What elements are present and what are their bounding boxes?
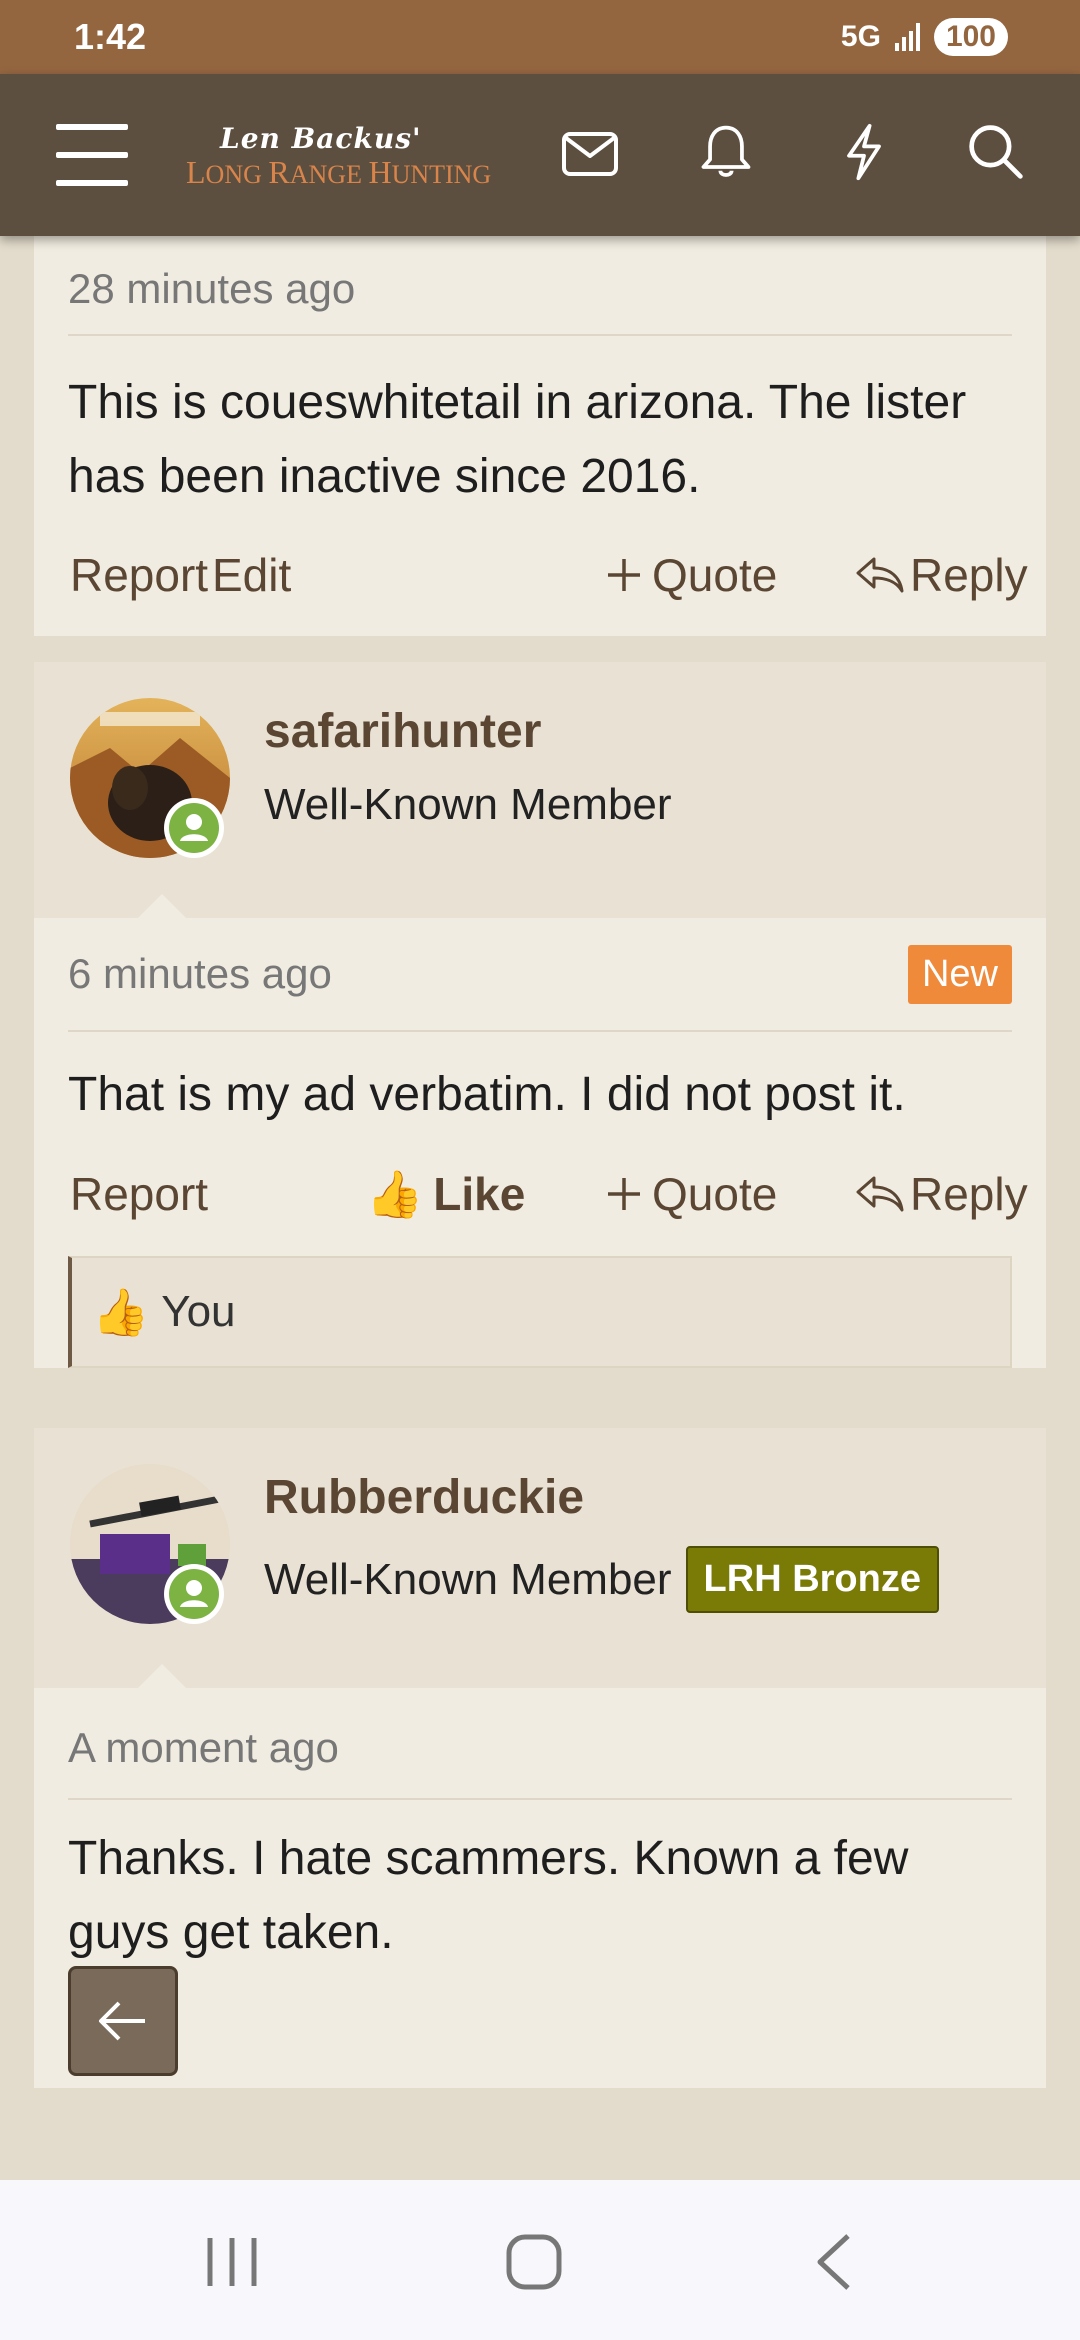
plus-icon xyxy=(608,1178,640,1210)
system-navigation-bar xyxy=(0,2180,1080,2340)
quote-button[interactable]: Quote xyxy=(606,548,777,602)
envelope-icon[interactable] xyxy=(560,124,620,184)
site-logo[interactable]: Len Backus' LONG RANGE HUNTING xyxy=(186,122,526,202)
post-message: That is my ad verbatim. I did not post i… xyxy=(68,1068,906,1121)
user-title: Well-Known Member LRH Bronze xyxy=(264,1546,939,1613)
recents-icon[interactable] xyxy=(200,2234,264,2290)
report-button[interactable]: Report xyxy=(70,548,208,602)
post-user-header: Rubberduckie Well-Known Member LRH Bronz… xyxy=(34,1428,1046,1690)
post-user-header: safarihunter Well-Known Member xyxy=(34,662,1046,920)
reactions-bar[interactable]: 👍 You xyxy=(68,1256,1012,1368)
header-pointer xyxy=(136,894,188,920)
reactions-text: You xyxy=(161,1287,236,1336)
logo-main-text: LONG RANGE HUNTING xyxy=(186,154,492,190)
thread-content: 28 minutes ago This is coueswhitetail in… xyxy=(34,236,1046,2088)
user-title-text: Well-Known Member xyxy=(264,1554,672,1604)
post-time[interactable]: 6 minutes ago xyxy=(68,950,332,998)
post-message: Thanks. I hate scammers. Known a few guy… xyxy=(68,1832,909,1959)
post-meta: 6 minutes ago New xyxy=(68,918,1012,1032)
arrow-left-icon xyxy=(99,2001,145,2041)
quote-label: Quote xyxy=(652,549,778,601)
post-actions: Report Edit Quote Reply xyxy=(68,514,1028,636)
edit-button[interactable]: Edit xyxy=(212,548,291,602)
post-separator xyxy=(34,1402,1046,1428)
status-time: 1:42 xyxy=(74,16,147,57)
username[interactable]: Rubberduckie xyxy=(264,1470,584,1525)
reply-label: Reply xyxy=(910,549,1028,601)
post: Rubberduckie Well-Known Member LRH Bronz… xyxy=(34,1428,1046,2088)
reply-button[interactable]: Reply xyxy=(854,548,1028,602)
thumbs-up-icon: 👍 xyxy=(92,1286,150,1338)
reply-label: Reply xyxy=(910,1168,1028,1220)
post-separator xyxy=(34,636,1046,662)
search-icon[interactable] xyxy=(966,122,1026,182)
status-bar: 1:42 5G 100 xyxy=(0,0,1080,74)
logo-script-text: Len Backus' xyxy=(220,122,422,155)
like-button[interactable]: 👍 Like xyxy=(366,1167,525,1221)
user-title: Well-Known Member xyxy=(264,780,672,830)
user-title-text: Well-Known Member xyxy=(264,780,672,829)
online-status-icon xyxy=(164,1564,224,1624)
bell-icon[interactable] xyxy=(696,122,756,182)
post: safarihunter Well-Known Member 6 minutes… xyxy=(34,662,1046,1368)
battery-indicator: 100 xyxy=(933,18,1008,56)
header-pointer xyxy=(136,1664,188,1690)
post: 28 minutes ago This is coueswhitetail in… xyxy=(34,236,1046,636)
post-meta: 28 minutes ago xyxy=(68,236,1012,336)
back-icon[interactable] xyxy=(812,2232,858,2292)
home-icon[interactable] xyxy=(504,2232,564,2292)
reply-button[interactable]: Reply xyxy=(854,1167,1028,1221)
online-status-icon xyxy=(164,798,224,858)
reply-icon xyxy=(856,1176,904,1212)
plus-icon xyxy=(608,559,640,591)
post-message: This is coueswhitetail in arizona. The l… xyxy=(68,376,967,503)
post-time[interactable]: 28 minutes ago xyxy=(68,265,355,313)
quote-label: Quote xyxy=(652,1168,778,1220)
post-meta: A moment ago xyxy=(68,1688,1012,1800)
top-navigation-bar: Len Backus' LONG RANGE HUNTING xyxy=(0,74,1080,236)
username[interactable]: safarihunter xyxy=(264,704,541,759)
reply-icon xyxy=(856,557,904,593)
signal-icon xyxy=(894,23,920,51)
lightning-icon[interactable] xyxy=(834,122,894,182)
menu-icon[interactable] xyxy=(56,124,128,186)
network-type: 5G xyxy=(840,20,881,53)
new-badge: New xyxy=(907,944,1012,1004)
report-button[interactable]: Report xyxy=(70,1167,208,1221)
status-indicators: 5G 100 xyxy=(841,18,1008,56)
floating-back-button[interactable] xyxy=(68,1966,178,2076)
user-badge: LRH Bronze xyxy=(685,1546,939,1613)
like-label: Like xyxy=(433,1168,526,1220)
post-actions: Report 👍 Like Quote Reply xyxy=(68,1132,1028,1256)
quote-button[interactable]: Quote xyxy=(606,1167,777,1221)
post-time[interactable]: A moment ago xyxy=(68,1724,339,1772)
thumbs-up-icon: 👍 xyxy=(366,1168,424,1220)
